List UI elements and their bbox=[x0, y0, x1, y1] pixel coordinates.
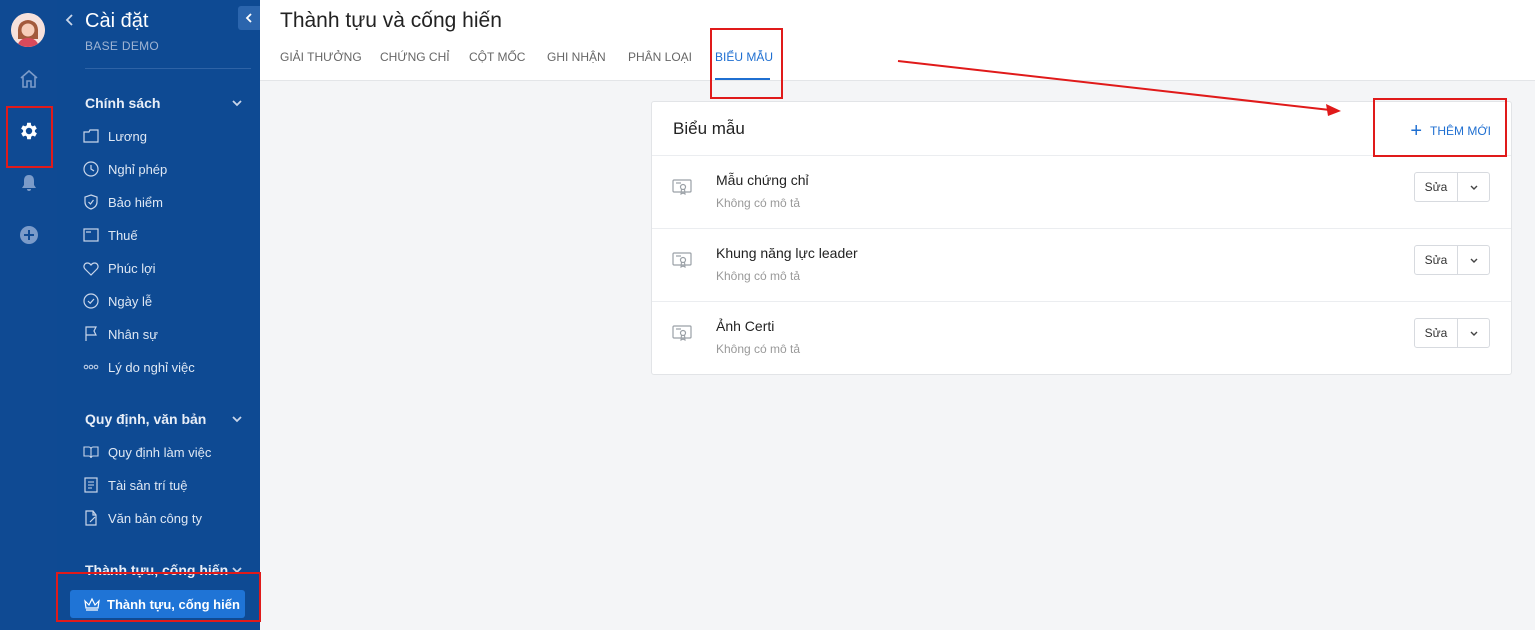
annotation-arrow bbox=[897, 60, 1341, 116]
